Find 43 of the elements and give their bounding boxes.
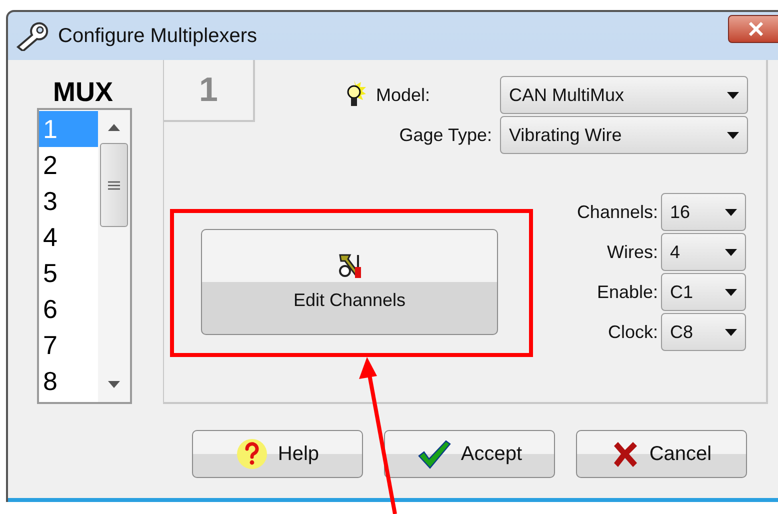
setting-label: Enable: [596, 280, 659, 304]
dialog-button[interactable]: Accept [384, 430, 555, 478]
dropdown-arrow-icon [727, 132, 739, 138]
cross-icon [611, 440, 640, 468]
setting-label: Wires: [606, 240, 659, 264]
dialog-button[interactable]: Cancel [576, 430, 747, 478]
edit-channels-button[interactable]: Edit Channels [201, 229, 498, 335]
list-item[interactable]: 5 [39, 255, 98, 291]
dialog-button[interactable]: Help [192, 430, 363, 478]
window-title: Configure Multiplexers [58, 24, 257, 49]
list-item[interactable]: 2 [39, 147, 98, 183]
wrench-icon [14, 21, 50, 51]
dropdown[interactable]: 4 [661, 233, 746, 271]
close-icon [748, 22, 764, 36]
dropdown-arrow-icon [725, 248, 737, 256]
scrollbar[interactable] [98, 110, 130, 402]
setting-label: Channels: [576, 200, 659, 224]
dropdown[interactable]: CAN MultiMux [500, 76, 748, 114]
list-item[interactable]: 3 [39, 183, 98, 219]
list-item[interactable]: 6 [39, 291, 98, 327]
grip-icon [108, 180, 120, 190]
dropdown-arrow-icon [725, 328, 737, 336]
scroll-up-icon[interactable] [108, 124, 120, 131]
setting-label: Clock: [606, 320, 659, 344]
list-item[interactable]: 8 [39, 363, 98, 399]
close-button[interactable] [728, 15, 778, 43]
dropdown[interactable]: C8 [661, 313, 746, 351]
mux-listbox[interactable]: 1 2 3 4 5 6 7 8 [37, 108, 132, 404]
scroll-down-icon[interactable] [108, 381, 120, 388]
checkmark-icon [416, 439, 451, 469]
scroll-thumb[interactable] [100, 143, 128, 227]
dropdown[interactable]: Vibrating Wire [500, 116, 748, 154]
list-item[interactable]: 4 [39, 219, 98, 255]
help-icon [236, 438, 268, 470]
dropdown[interactable]: C1 [661, 273, 746, 311]
dropdown[interactable]: 16 [661, 193, 746, 231]
gage-type-label: Gage Type: [398, 124, 493, 147]
dropdown-arrow-icon [725, 288, 737, 296]
model-label: Model: [376, 84, 432, 106]
dropdown-arrow-icon [727, 92, 739, 98]
mux-label: MUX [53, 76, 114, 108]
list-item[interactable]: 7 [39, 327, 98, 363]
dropdown-arrow-icon [725, 208, 737, 216]
